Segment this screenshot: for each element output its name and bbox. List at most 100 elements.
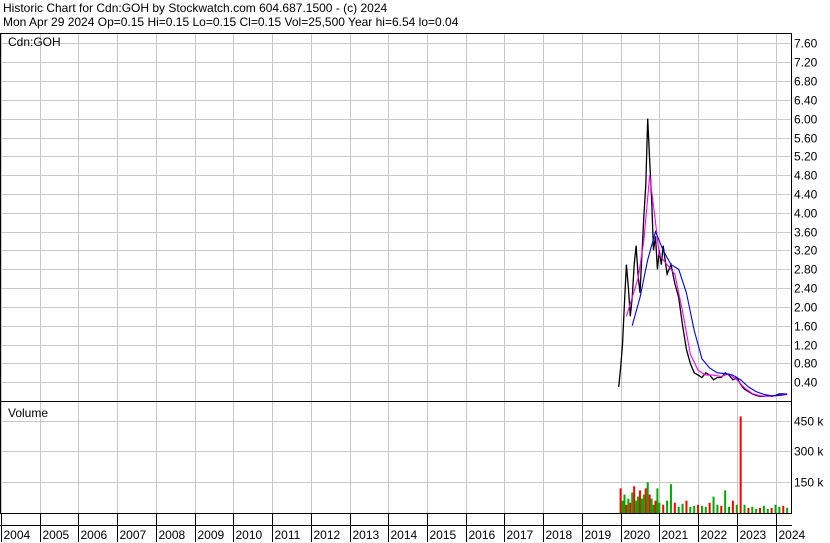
price-line [618, 118, 788, 397]
price-panel-label: Cdn:GOH [8, 35, 61, 49]
volume-bar [640, 498, 643, 513]
volume-bar [627, 498, 630, 513]
price-y-tick-label: 5.60 [794, 132, 818, 146]
price-y-tick-labels: 0.40 0.80 1.20 1.60 2.00 2.40 2.80 3.20 3.60 4.00… [794, 37, 818, 390]
price-y-tick-label: 2.00 [794, 301, 818, 315]
volume-bar [751, 506, 754, 513]
volume-bar [633, 486, 636, 513]
volume-bar [637, 496, 640, 513]
volume-bar [623, 494, 626, 513]
price-y-tick-label: 0.80 [794, 357, 818, 371]
volume-bar [685, 500, 688, 513]
price-panel-frame [0, 33, 792, 402]
volume-bar [638, 490, 641, 513]
volume-bar [786, 507, 789, 513]
volume-bar [669, 484, 672, 513]
x-tick-label: 2010 [236, 528, 263, 542]
price-y-tick-label: 7.60 [794, 37, 818, 51]
price-y-tick-label: 4.40 [794, 188, 818, 202]
x-tick-label: 2005 [43, 528, 70, 542]
volume-bar [652, 504, 655, 513]
x-tick-label: 2004 [4, 528, 31, 542]
volume-bar [646, 482, 649, 513]
x-tick-label: 2011 [275, 528, 301, 542]
volume-bar [770, 507, 773, 513]
volume-bar [654, 500, 657, 513]
price-y-tick-label: 6.40 [794, 94, 818, 108]
volume-y-tick-labels: 150 k 300 k 450 k [794, 415, 824, 490]
volume-bar [642, 494, 645, 513]
volume-bar [735, 504, 738, 513]
volume-bar [708, 502, 711, 513]
volume-bar [681, 503, 684, 513]
volume-bar [658, 502, 661, 513]
volume-bar [673, 502, 676, 513]
price-y-tick-label: 3.60 [794, 226, 818, 240]
volume-bar [704, 506, 707, 513]
volume-bar [635, 500, 638, 513]
volume-bar [644, 488, 647, 513]
price-y-tick-label: 1.60 [794, 320, 818, 334]
volume-bar [774, 504, 777, 513]
x-tick-label: 2020 [624, 528, 651, 542]
stock-chart: Cdn:GOH Volume 0.40 0.80 1.20 1.60 2.00 2.40 2… [0, 33, 824, 542]
volume-bar [625, 504, 628, 513]
volume-bar [631, 492, 634, 513]
volume-bar [724, 490, 727, 513]
x-tick-label: 2017 [507, 528, 534, 542]
volume-bar [650, 498, 653, 513]
x-tick-label: 2009 [198, 528, 225, 542]
volume-panel-label: Volume [8, 406, 48, 420]
price-y-tick-label: 4.00 [794, 207, 818, 221]
volume-bar [700, 505, 703, 513]
volume-y-tick-label: 300 k [794, 445, 824, 459]
price-y-tick-label: 0.40 [794, 376, 818, 390]
volume-bar [762, 505, 765, 513]
volume-bar [697, 504, 700, 513]
volume-bar [693, 505, 696, 513]
volume-bar [766, 508, 769, 513]
volume-bar [778, 506, 781, 513]
volume-y-tick-label: 150 k [794, 476, 824, 490]
x-tick-label: 2013 [353, 528, 380, 542]
x-tick-labels: 2004 2005 2006 2007 2008 2009 2010 2011 2012 2013… [1, 513, 806, 542]
x-tick-label: 2019 [585, 528, 612, 542]
volume-bar [621, 500, 624, 513]
moving-average-long-line [631, 229, 788, 397]
volume-bar [739, 416, 742, 513]
x-tick-label: 2012 [314, 528, 341, 542]
volume-bar [759, 507, 762, 513]
price-y-tick-label: 6.00 [794, 113, 818, 127]
price-y-tick-label: 5.20 [794, 150, 818, 164]
volume-bar [728, 506, 731, 513]
x-tick-label: 2018 [546, 528, 573, 542]
price-y-tick-label: 4.80 [794, 169, 818, 183]
volume-bar [755, 508, 758, 513]
x-tick-label: 2024 [779, 528, 806, 542]
price-y-tick-label: 6.80 [794, 75, 818, 89]
x-tick-label: 2014 [391, 528, 418, 542]
volume-bar [731, 500, 734, 513]
volume-bar [747, 507, 750, 513]
volume-bar [743, 504, 746, 513]
price-y-tick-label: 2.80 [794, 263, 818, 277]
volume-bar [720, 505, 723, 513]
x-tick-label: 2022 [701, 528, 728, 542]
price-y-tick-label: 3.20 [794, 244, 818, 258]
volume-bar [662, 504, 665, 513]
x-tick-label: 2008 [159, 528, 186, 542]
price-series [618, 118, 788, 397]
volume-bar [666, 500, 669, 513]
volume-bar [629, 502, 632, 513]
volume-y-tick-label: 450 k [794, 415, 824, 429]
x-tick-label: 2015 [430, 528, 457, 542]
volume-bar [656, 488, 659, 513]
volume-bar [689, 506, 692, 513]
volume-bar [782, 505, 785, 513]
price-y-tick-label: 1.20 [794, 339, 818, 353]
volume-bar [712, 496, 715, 513]
volume-bars [619, 416, 789, 513]
price-y-tick-label: 7.20 [794, 56, 818, 70]
volume-bar [716, 504, 719, 513]
volume-bar [619, 488, 622, 513]
